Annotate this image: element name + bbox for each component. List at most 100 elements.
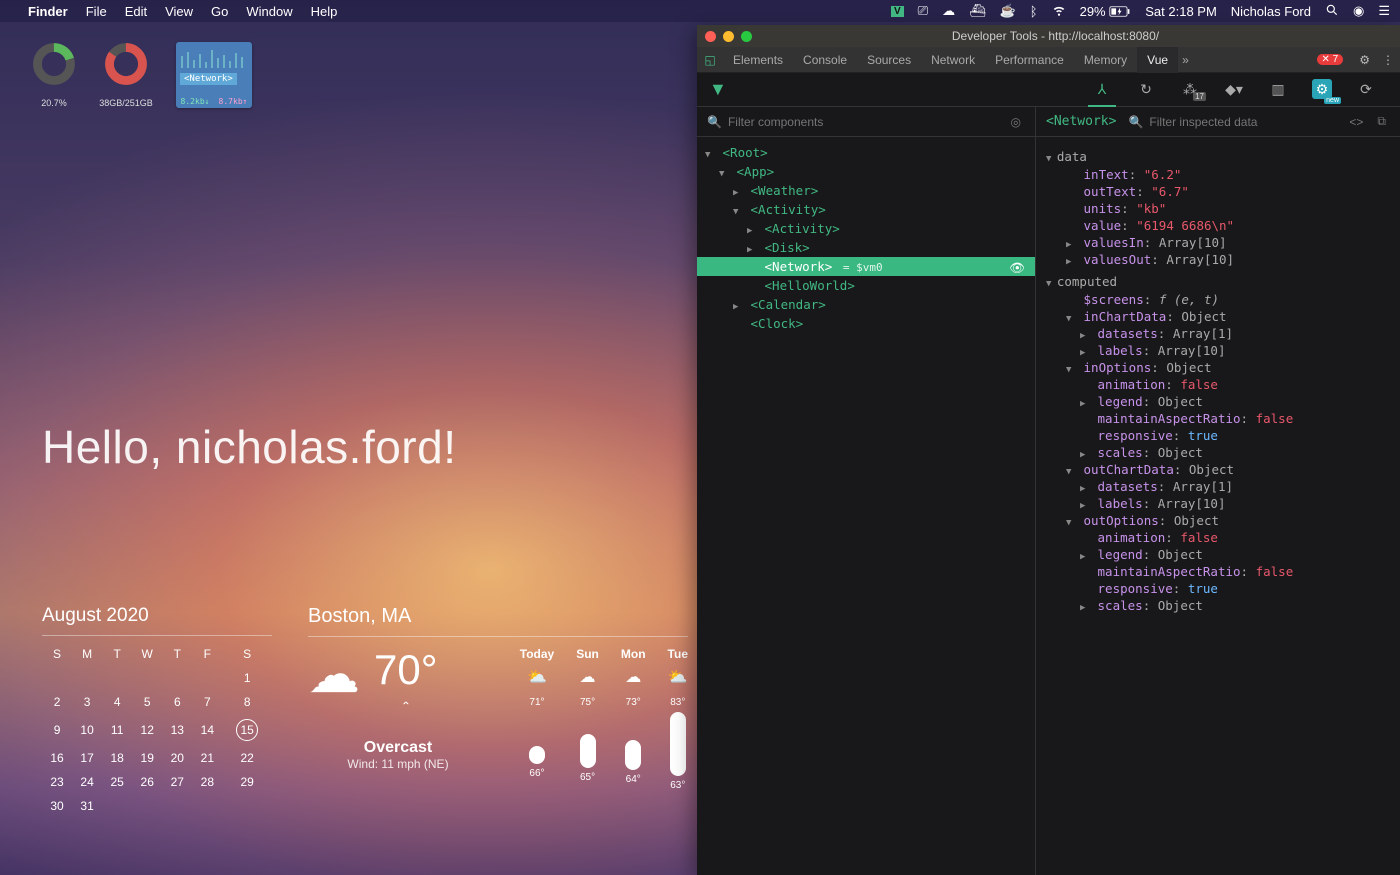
menu-go[interactable]: Go — [211, 4, 228, 19]
detail-row[interactable]: ▶ valuesIn: Array[10] — [1046, 234, 1390, 251]
devtools-tab-elements[interactable]: Elements — [723, 47, 793, 73]
tree-node[interactable]: <Network> = $vm0👁 — [697, 257, 1035, 276]
status-icon-cafe[interactable]: ☕ — [1000, 3, 1016, 19]
detail-row[interactable]: inText: "6.2" — [1046, 166, 1390, 183]
devtools-tab-memory[interactable]: Memory — [1074, 47, 1137, 73]
filter-components-input[interactable] — [728, 115, 1001, 129]
devtools-tab-vue[interactable]: Vue — [1137, 47, 1178, 73]
tree-node[interactable]: <HelloWorld> — [697, 276, 1035, 295]
inspect-element-icon[interactable]: ◱ — [697, 53, 723, 67]
app-name[interactable]: Finder — [28, 4, 68, 19]
components-icon[interactable]: ⅄ — [1080, 81, 1124, 98]
minimize-button[interactable] — [723, 31, 734, 42]
weather-expand-icon[interactable]: ＾ — [374, 699, 438, 725]
calendar-day: 1 — [222, 666, 272, 690]
detail-row[interactable]: ▼ inChartData: Object — [1046, 308, 1390, 325]
refresh-icon[interactable]: ⟳ — [1344, 81, 1388, 98]
perf-icon[interactable]: ▥ — [1256, 81, 1300, 98]
window-titlebar[interactable]: Developer Tools - http://localhost:8080/ — [697, 25, 1400, 47]
devtools-tab-console[interactable]: Console — [793, 47, 857, 73]
calendar-dow: S — [42, 642, 72, 666]
detail-row[interactable]: maintainAspectRatio: false — [1046, 563, 1390, 580]
error-badge[interactable]: ✕ 7 — [1317, 54, 1344, 65]
detail-row[interactable]: value: "6194 6686\n" — [1046, 217, 1390, 234]
tree-node[interactable]: <Clock> — [697, 314, 1035, 333]
devtools-tab-network[interactable]: Network — [921, 47, 985, 73]
menu-edit[interactable]: Edit — [125, 4, 147, 19]
detail-row[interactable]: responsive: true — [1046, 427, 1390, 444]
code-icon[interactable]: <> — [1345, 115, 1367, 129]
calendar-divider — [42, 635, 272, 636]
status-icon-cloud[interactable]: ☁ — [942, 3, 955, 19]
devtools-tabbar: ◱ ElementsConsoleSourcesNetworkPerforman… — [697, 47, 1400, 73]
filter-inspected-input[interactable] — [1149, 115, 1339, 129]
devtools-tab-sources[interactable]: Sources — [857, 47, 921, 73]
vuex-icon[interactable]: ⁂17 — [1168, 81, 1212, 98]
vuex-count-badge: 17 — [1193, 92, 1206, 101]
zoom-button[interactable] — [741, 31, 752, 42]
timeline-icon[interactable]: ↻ — [1124, 81, 1168, 98]
detail-row[interactable]: ▶ datasets: Array[1] — [1046, 478, 1390, 495]
calendar-day: 15 — [222, 714, 272, 746]
menu-view[interactable]: View — [165, 4, 193, 19]
selected-component: <Network> — [1046, 114, 1122, 129]
spotlight-icon[interactable] — [1325, 3, 1339, 20]
calendar-day — [162, 794, 192, 818]
detail-row[interactable]: ▶ legend: Object — [1046, 393, 1390, 410]
tree-node[interactable]: <App> — [697, 162, 1035, 181]
vue-settings-icon[interactable]: ⚙new — [1300, 81, 1344, 98]
detail-section[interactable]: computed — [1046, 274, 1390, 289]
popout-icon[interactable]: ⧉ — [1373, 114, 1390, 129]
detail-row[interactable]: ▼ outChartData: Object — [1046, 461, 1390, 478]
status-icon-screenshare[interactable]: ⎚ — [918, 3, 928, 19]
target-icon[interactable]: ◎ — [1007, 115, 1025, 129]
detail-row[interactable]: ▶ labels: Array[10] — [1046, 495, 1390, 512]
devtools-window: Developer Tools - http://localhost:8080/… — [697, 25, 1400, 875]
scroll-to-icon[interactable]: 👁 — [1009, 260, 1025, 276]
notification-center-icon[interactable]: ☰ — [1378, 3, 1390, 19]
close-button[interactable] — [705, 31, 716, 42]
menu-window[interactable]: Window — [246, 4, 292, 19]
status-icon-app[interactable]: V — [891, 6, 904, 17]
routes-icon[interactable]: ◆▾ — [1212, 81, 1256, 98]
user-name[interactable]: Nicholas Ford — [1231, 4, 1311, 19]
tree-node[interactable]: <Activity> — [697, 219, 1035, 238]
calendar-day: 31 — [72, 794, 102, 818]
detail-section[interactable]: data — [1046, 149, 1390, 164]
tree-node[interactable]: <Disk> — [697, 238, 1035, 257]
detail-row[interactable]: outText: "6.7" — [1046, 183, 1390, 200]
detail-row[interactable]: ▶ valuesOut: Array[10] — [1046, 251, 1390, 268]
detail-row[interactable]: ▼ inOptions: Object — [1046, 359, 1390, 376]
detail-row[interactable]: units: "kb" — [1046, 200, 1390, 217]
detail-row[interactable]: ▼ outOptions: Object — [1046, 512, 1390, 529]
disk-label: 38GB/251GB — [99, 98, 153, 108]
status-icon-bluetooth[interactable]: ᛒ — [1030, 4, 1038, 19]
disk-widget: 38GB/251GB — [104, 42, 148, 86]
siri-icon[interactable]: ◉ — [1353, 3, 1364, 19]
devtools-tab-performance[interactable]: Performance — [985, 47, 1074, 73]
detail-row[interactable]: responsive: true — [1046, 580, 1390, 597]
detail-row[interactable]: ▶ legend: Object — [1046, 546, 1390, 563]
detail-row[interactable]: $screens: f (e, t) — [1046, 291, 1390, 308]
menu-help[interactable]: Help — [311, 4, 338, 19]
detail-row[interactable]: ▶ labels: Array[10] — [1046, 342, 1390, 359]
status-icon-docker[interactable]: ⛴ — [969, 3, 986, 19]
devtools-settings-icon[interactable]: ⚙ — [1353, 53, 1376, 67]
status-icon-wifi[interactable] — [1052, 3, 1066, 20]
detail-row[interactable]: maintainAspectRatio: false — [1046, 410, 1390, 427]
detail-row[interactable]: animation: false — [1046, 529, 1390, 546]
tree-node[interactable]: <Activity> — [697, 200, 1035, 219]
detail-row[interactable]: ▶ scales: Object — [1046, 444, 1390, 461]
menu-file[interactable]: File — [86, 4, 107, 19]
detail-row[interactable]: ▶ datasets: Array[1] — [1046, 325, 1390, 342]
clock[interactable]: Sat 2:18 PM — [1145, 4, 1217, 19]
tree-node[interactable]: <Root> — [697, 143, 1035, 162]
tabs-overflow-icon[interactable]: » — [1182, 53, 1189, 67]
tree-node[interactable]: <Weather> — [697, 181, 1035, 200]
detail-row[interactable]: animation: false — [1046, 376, 1390, 393]
devtools-more-icon[interactable]: ⋮ — [1376, 53, 1400, 67]
detail-row[interactable]: ▶ scales: Object — [1046, 597, 1390, 614]
tree-node[interactable]: <Calendar> — [697, 295, 1035, 314]
macos-menubar: Finder File Edit View Go Window Help V ⎚… — [0, 0, 1400, 22]
battery-status[interactable]: 29% — [1080, 4, 1132, 19]
